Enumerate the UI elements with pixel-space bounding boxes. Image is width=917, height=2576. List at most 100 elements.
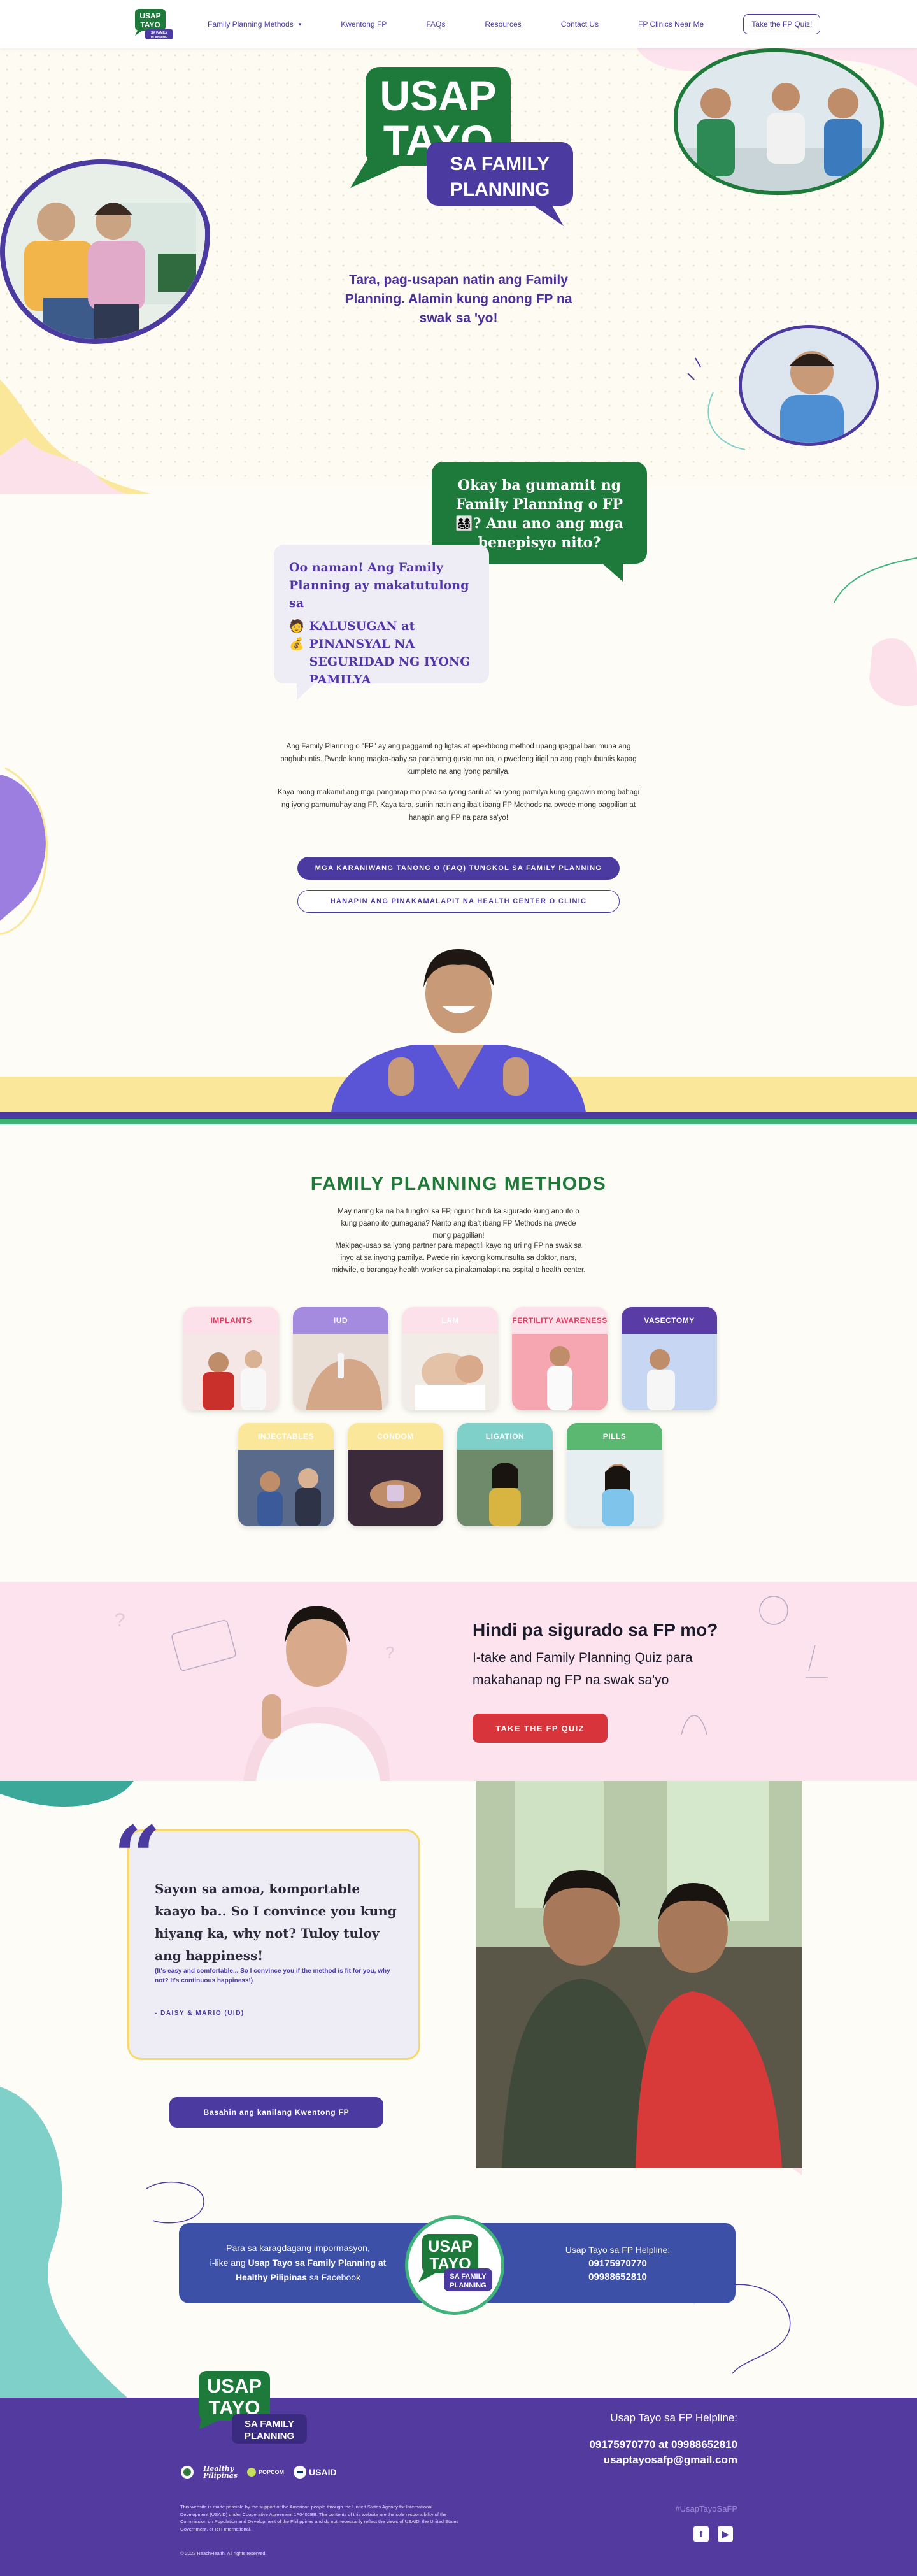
fb-usap-tayo-logo: USAP TAYO SA FAMILY PLANNING xyxy=(418,2234,492,2291)
footer-copyright: © 2022 ReachHealth. All rights reserved. xyxy=(180,2551,267,2556)
chevron-down-icon: ▾ xyxy=(298,20,302,27)
method-card-label: CONDOM xyxy=(348,1423,443,1450)
footer xyxy=(0,2398,917,2576)
intro-paragraph-1: Ang Family Planning o "FP" ay ang paggam… xyxy=(280,743,637,776)
footer-helpline-label: Usap Tayo sa FP Helpline: xyxy=(610,2412,737,2424)
healthy-pilipinas-logo: Healthy Pilipinas xyxy=(203,2465,238,2480)
quiz-decor: ? ? xyxy=(115,1596,828,1735)
method-card-injectables[interactable]: INJECTABLES xyxy=(238,1423,334,1526)
nav-quiz-button[interactable]: Take the FP Quiz! xyxy=(743,14,821,34)
method-card-image xyxy=(402,1334,498,1410)
svg-text:SA FAMILY: SA FAMILY xyxy=(245,2419,294,2429)
footer-phones[interactable]: 09175970770 at 09988652810 xyxy=(589,2437,737,2452)
svg-text:USAP: USAP xyxy=(428,2238,472,2256)
method-card-vasectomy[interactable]: VASECTOMY xyxy=(622,1307,717,1410)
method-card-pills[interactable]: PILLS xyxy=(567,1423,662,1526)
footer-disclaimer: This website is made possible by the sup… xyxy=(180,2504,459,2532)
footer-contacts: 09175970770 at 09988652810 usaptayosafp@… xyxy=(589,2437,737,2468)
usaid-logo-label: USAID xyxy=(309,2467,337,2477)
method-card-iud[interactable]: IUD xyxy=(293,1307,388,1410)
fb-line-1: Para sa karagdagang impormasyon, xyxy=(226,2243,370,2253)
method-card-image xyxy=(567,1450,662,1526)
facebook-icon[interactable]: f xyxy=(693,2526,709,2542)
nav-faqs[interactable]: FAQs xyxy=(426,14,445,34)
fb-phone-2[interactable]: 09988652810 xyxy=(588,2272,647,2282)
find-clinic-button[interactable]: HANAPIN ANG PINAKAMALAPIT NA HEALTH CENT… xyxy=(297,890,620,913)
quote-icon: “ xyxy=(113,1808,161,1905)
purple-band xyxy=(0,1112,917,1119)
testimonial-author: - DAISY & MARIO (UID) xyxy=(155,2010,245,2017)
hero-photo-nurse xyxy=(739,325,879,446)
method-card-label: LIGATION xyxy=(457,1423,553,1450)
nav-family-planning-methods[interactable]: Family Planning Methods ▾ xyxy=(208,14,301,34)
doh-seal-icon xyxy=(180,2465,194,2479)
nav-fp-clinics[interactable]: FP Clinics Near Me xyxy=(638,14,704,34)
method-card-fertility-awareness[interactable]: FERTILITY AWARENESS xyxy=(512,1307,608,1410)
green-band xyxy=(0,1119,917,1124)
hero-tagline: Tara, pag-usapan natin ang Family Planni… xyxy=(345,273,572,326)
method-card-image xyxy=(622,1334,717,1410)
method-card-label: LAM xyxy=(402,1307,498,1334)
footer-hashtag[interactable]: #UsapTayoSaFP xyxy=(675,2504,737,2514)
method-card-image xyxy=(183,1334,279,1410)
fb-helpline-label: Usap Tayo sa FP Helpline: xyxy=(565,2245,671,2255)
svg-text:PLANNING: PLANNING xyxy=(245,2431,294,2442)
nav-resources[interactable]: Resources xyxy=(485,14,521,34)
answer-intro: Oo naman! Ang Family Planning ay makatut… xyxy=(289,561,469,610)
method-card-label: IMPLANTS xyxy=(183,1307,279,1334)
method-card-image xyxy=(348,1450,443,1526)
hero-photo-clinic xyxy=(674,48,884,195)
fb-phone-1[interactable]: 09175970770 xyxy=(588,2258,647,2269)
fb-helpline: Usap Tayo sa FP Helpline: 09175970770 09… xyxy=(522,2243,713,2284)
method-card-image xyxy=(238,1450,334,1526)
method-card-image xyxy=(457,1450,553,1526)
popcom-logo-label: POPCOM xyxy=(259,2469,285,2475)
testimonial-quote: Sayon sa amoa, komportable kaayo ba.. So… xyxy=(155,1881,397,1963)
method-card-label: VASECTOMY xyxy=(622,1307,717,1334)
method-card-label: FERTILITY AWARENESS xyxy=(512,1307,608,1334)
quiz-title: Hindi pa sigurado sa FP mo? xyxy=(473,1620,718,1640)
svg-text:SA FAMILY: SA FAMILY xyxy=(450,2273,487,2280)
take-quiz-button[interactable]: TAKE THE FP QUIZ xyxy=(473,1714,608,1743)
method-card-ligation[interactable]: LIGATION xyxy=(457,1423,553,1526)
intro-text: Ang Family Planning o "FP" ay ang paggam… xyxy=(274,740,643,832)
usaid-logo: USAID xyxy=(293,2465,337,2479)
method-card-image xyxy=(512,1334,608,1410)
couple-video-image[interactable] xyxy=(476,1781,802,2168)
top-nav: USAP TAYO SA FAMILY PLANNING Family Plan… xyxy=(0,0,917,48)
method-card-implants[interactable]: IMPLANTS xyxy=(183,1307,279,1410)
nav-kwentong-fp[interactable]: Kwentong FP xyxy=(341,14,387,34)
faq-button[interactable]: MGA KARANIWANG TANONG O (FAQ) TUNGKOL SA… xyxy=(297,857,620,880)
usap-tayo-logo: USAP TAYO SA FAMILY PLANNING xyxy=(350,67,573,226)
method-card-label: IUD xyxy=(293,1307,388,1334)
person-icon: 🧑 xyxy=(289,619,304,633)
svg-text:USAP: USAP xyxy=(139,11,160,20)
partner-logos: Healthy Pilipinas POPCOM USAID xyxy=(180,2465,346,2479)
method-card-image xyxy=(293,1334,388,1410)
fb-line-3b: Healthy Pilipinas xyxy=(235,2272,307,2282)
site-logo[interactable]: USAP TAYO SA FAMILY PLANNING xyxy=(131,6,174,42)
svg-text:SA FAMILY: SA FAMILY xyxy=(450,154,550,175)
facebook-banner-text: Para sa karagdagang impormasyon, i-like … xyxy=(196,2241,400,2285)
nav-contact-us[interactable]: Contact Us xyxy=(561,14,599,34)
answer-health: KALUSUGAN at xyxy=(309,619,415,633)
svg-text:USAP: USAP xyxy=(207,2375,262,2397)
testimonial-translation: (It's easy and comfortable... So I convi… xyxy=(155,1968,390,1984)
svg-text:PLANNING: PLANNING xyxy=(450,2282,486,2289)
methods-advice: Makipag-usap sa iyong partner para mapag… xyxy=(331,1242,586,1274)
read-story-button[interactable]: Basahin ang kanilang Kwentong FP xyxy=(169,2097,383,2128)
method-card-label: PILLS xyxy=(567,1423,662,1450)
method-card-lam[interactable]: LAM xyxy=(402,1307,498,1410)
nurse-pointing-image xyxy=(331,949,586,1112)
money-bag-icon: 💰 xyxy=(289,637,304,651)
nav-label: Family Planning Methods xyxy=(208,20,294,29)
method-card-condom[interactable]: CONDOM xyxy=(348,1423,443,1526)
svg-text:PLANNING: PLANNING xyxy=(151,36,167,39)
youtube-icon[interactable]: ▶ xyxy=(718,2526,733,2542)
method-card-label: INJECTABLES xyxy=(238,1423,334,1450)
page: USAP TAYO SA FAMILY PLANNING Family Plan… xyxy=(0,0,917,2576)
footer-logo[interactable]: USAP TAYO SA FAMILY PLANNING xyxy=(199,2371,313,2454)
fb-line-2b: Usap Tayo sa Family Planning at xyxy=(248,2258,387,2268)
footer-email[interactable]: usaptayosafp@gmail.com xyxy=(589,2452,737,2468)
social-links: f ▶ xyxy=(693,2526,742,2542)
